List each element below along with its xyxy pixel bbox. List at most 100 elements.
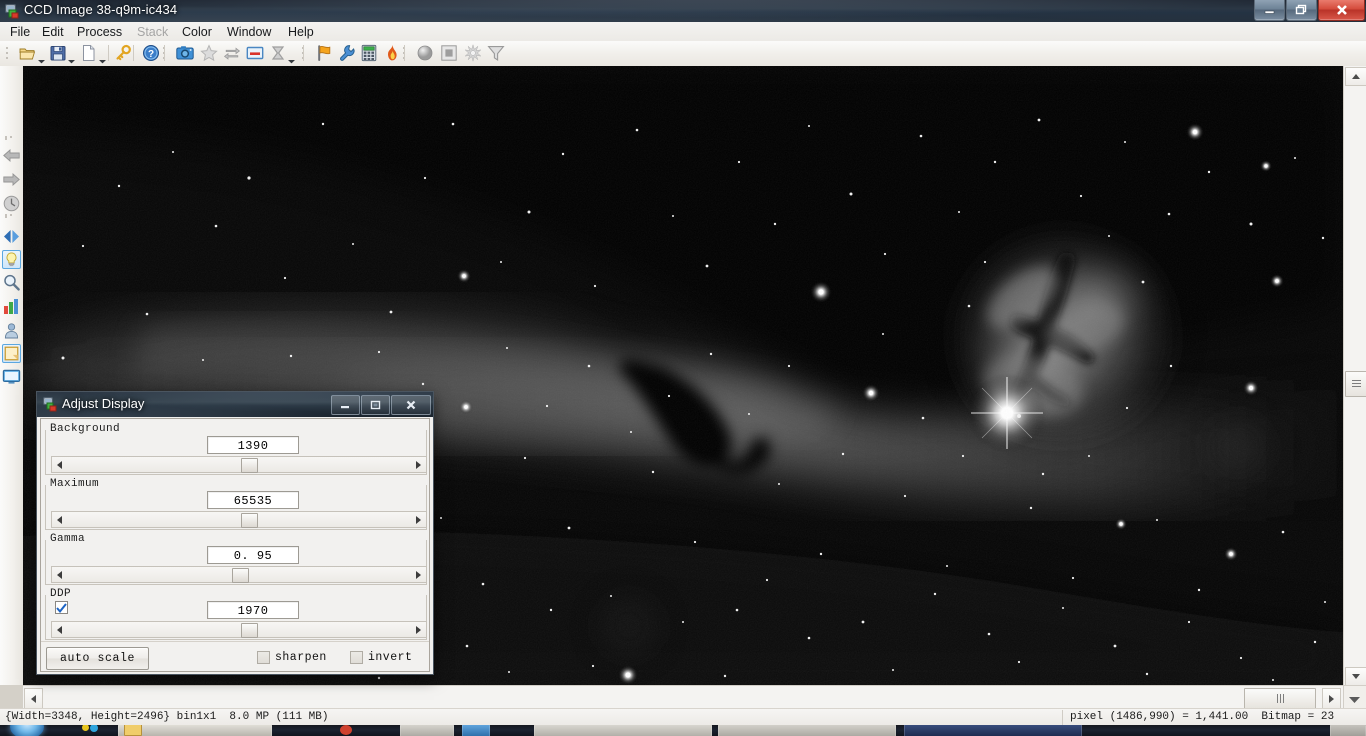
- menu-process[interactable]: Process: [75, 24, 124, 40]
- lightbulb-icon[interactable]: [2, 250, 21, 269]
- close-button[interactable]: [1318, 0, 1365, 21]
- back-arrow-icon[interactable]: [2, 146, 21, 165]
- taskbar-item-mail[interactable]: [400, 725, 454, 736]
- flip-horizontal-icon[interactable]: [2, 227, 21, 246]
- menu-help[interactable]: Help: [286, 24, 316, 40]
- background-slider-thumb[interactable]: [241, 458, 258, 473]
- left-toolbar-grip-1[interactable]: [5, 136, 18, 140]
- background-slider-left-arrow[interactable]: [52, 457, 67, 472]
- dialog-titlebar[interactable]: Adjust Display: [37, 392, 433, 417]
- toolbar-separator: [133, 45, 134, 61]
- open-dropdown-arrow[interactable]: [38, 51, 45, 64]
- star-icon[interactable]: [200, 44, 218, 62]
- dialog-close-button[interactable]: [391, 395, 431, 415]
- dialog-body: Background 1390 Maximum 65535 Gamma 0. 9…: [40, 418, 430, 672]
- maximum-slider-left-arrow[interactable]: [52, 512, 67, 527]
- histogram-icon[interactable]: [2, 297, 21, 316]
- taskbar-item-2[interactable]: [534, 725, 712, 736]
- scroll-up-button[interactable]: [1345, 67, 1366, 86]
- auto-scale-button[interactable]: auto scale: [46, 647, 149, 670]
- wrench-icon[interactable]: [338, 44, 356, 62]
- ddp-slider-thumb[interactable]: [241, 623, 258, 638]
- status-image-info: {Width=3348, Height=2496} bin1x1 8.0 MP …: [5, 711, 329, 723]
- clipboard-icon[interactable]: [2, 344, 21, 363]
- taskbar-show-desktop[interactable]: [1330, 725, 1366, 736]
- maximum-slider[interactable]: [51, 511, 427, 528]
- adjust-display-dialog[interactable]: Adjust Display Background 1390 Maximum 6…: [36, 391, 434, 675]
- left-toolbar-grip-2[interactable]: [5, 214, 18, 218]
- background-slider-right-arrow[interactable]: [411, 457, 426, 472]
- filter-funnel-icon[interactable]: [487, 44, 505, 62]
- maximum-slider-right-arrow[interactable]: [411, 512, 426, 527]
- windows-start-orb[interactable]: [10, 725, 44, 736]
- new-dropdown-arrow[interactable]: [99, 51, 106, 64]
- key-icon[interactable]: [114, 44, 132, 62]
- maximum-value-input[interactable]: 65535: [207, 491, 299, 509]
- help-circle-icon[interactable]: ?: [142, 44, 160, 62]
- swap-arrows-icon[interactable]: [223, 44, 241, 62]
- taskbar-item-window[interactable]: [462, 725, 490, 736]
- open-folder-icon[interactable]: [19, 44, 37, 62]
- taskbar-tray-icon-yellow[interactable]: [82, 725, 89, 731]
- svg-text:?: ?: [148, 49, 154, 60]
- toolbar-grip-1[interactable]: [6, 47, 9, 60]
- toolbar-separator: [108, 45, 109, 61]
- application-window: CCD Image 38-q9m-ic434 File Edit Process…: [0, 0, 1366, 736]
- horizontal-scrollbar[interactable]: [23, 685, 1343, 709]
- scroll-right-button[interactable]: [1322, 688, 1341, 709]
- taskbar-folder-icon[interactable]: [124, 725, 142, 736]
- forward-arrow-icon[interactable]: [2, 170, 21, 189]
- invert-checkbox[interactable]: [350, 651, 363, 664]
- vertical-scrollbar[interactable]: [1343, 66, 1366, 686]
- maximize-button[interactable]: [1286, 0, 1317, 21]
- taskbar-item-3[interactable]: [718, 725, 896, 736]
- clock-history-icon[interactable]: [2, 194, 21, 213]
- gamma-slider[interactable]: [51, 566, 427, 583]
- ddp-slider[interactable]: [51, 621, 427, 638]
- minimize-button[interactable]: [1254, 0, 1285, 21]
- menu-edit[interactable]: Edit: [40, 24, 66, 40]
- flame-icon[interactable]: [383, 44, 401, 62]
- horizontal-scroll-thumb[interactable]: [1244, 688, 1316, 709]
- starburst-icon[interactable]: [464, 43, 482, 63]
- vertical-scroll-thumb[interactable]: [1345, 371, 1366, 397]
- minus-box-icon[interactable]: [246, 44, 264, 62]
- gamma-slider-left-arrow[interactable]: [52, 567, 67, 582]
- ddp-checkbox[interactable]: [55, 601, 68, 614]
- new-document-icon[interactable]: [80, 44, 98, 62]
- ddp-value-input[interactable]: 1970: [207, 601, 299, 619]
- hourglass-icon[interactable]: [269, 44, 287, 62]
- dialog-minimize-button[interactable]: [331, 395, 360, 415]
- gamma-slider-right-arrow[interactable]: [411, 567, 426, 582]
- taskbar-item-4[interactable]: [904, 725, 1082, 736]
- taskbar-item-firefox-icon[interactable]: [340, 725, 352, 735]
- gamma-slider-thumb[interactable]: [232, 568, 249, 583]
- save-disk-icon[interactable]: [49, 44, 67, 62]
- square-frame-icon[interactable]: [440, 44, 458, 62]
- background-slider[interactable]: [51, 456, 427, 473]
- dialog-bottom-bar: auto scale sharpen invert: [41, 641, 429, 673]
- flag-icon[interactable]: [315, 44, 333, 62]
- calculator-icon[interactable]: [360, 44, 378, 62]
- ddp-slider-left-arrow[interactable]: [52, 622, 67, 637]
- dialog-maximize-button[interactable]: [361, 395, 390, 415]
- taskbar: [0, 725, 1366, 736]
- background-value-input[interactable]: 1390: [207, 436, 299, 454]
- menu-color[interactable]: Color: [180, 24, 214, 40]
- sharpen-checkbox[interactable]: [257, 651, 270, 664]
- gamma-value-input[interactable]: 0. 95: [207, 546, 299, 564]
- monitor-icon[interactable]: [2, 367, 21, 386]
- save-dropdown-arrow[interactable]: [68, 51, 75, 64]
- sphere-icon[interactable]: [416, 44, 434, 62]
- menu-file[interactable]: File: [8, 24, 32, 40]
- taskbar-tray-icon-blue[interactable]: [90, 725, 98, 732]
- scroll-down-button[interactable]: [1345, 667, 1366, 686]
- person-icon[interactable]: [2, 321, 21, 340]
- hourglass-dropdown-arrow[interactable]: [288, 51, 295, 64]
- ddp-slider-right-arrow[interactable]: [411, 622, 426, 637]
- maximum-slider-thumb[interactable]: [241, 513, 258, 528]
- menu-window[interactable]: Window: [225, 24, 273, 40]
- camera-icon[interactable]: [176, 44, 194, 62]
- scroll-left-button[interactable]: [24, 688, 43, 709]
- magnifier-icon[interactable]: [2, 273, 21, 292]
